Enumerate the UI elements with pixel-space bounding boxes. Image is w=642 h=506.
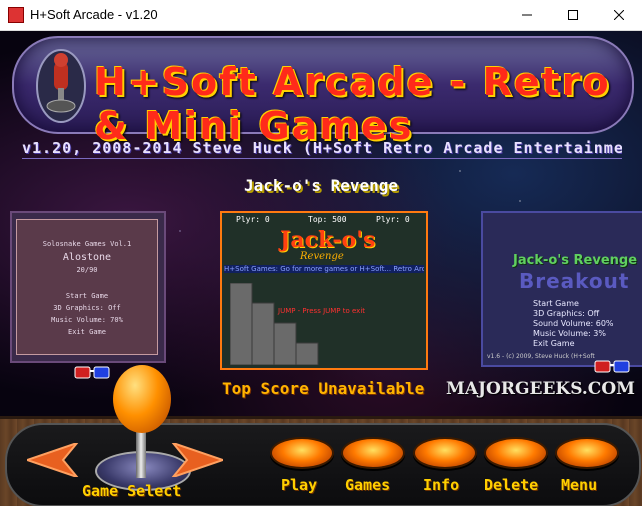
header-banner: H+Soft Arcade - Retro & Mini Games	[12, 36, 634, 148]
version-underline	[22, 158, 622, 159]
game-thumbnail-current[interactable]: Plyr: 0 Top: 500 Plyr: 0 Jack-o's Reveng…	[220, 211, 428, 370]
game-thumbnail-prev[interactable]: Solosnake Games Vol.1 Alostone 20/90 Sta…	[10, 211, 166, 363]
3d-glasses-icon	[74, 366, 110, 379]
thumb-menu-item: 3D Graphics: Off	[533, 309, 600, 318]
prev-game-arrow-button[interactable]	[27, 443, 87, 477]
watermark-text: MAJORGEEKS.COM	[446, 379, 635, 399]
thumb-menu-item: Start Game	[533, 299, 579, 308]
app-icon	[8, 7, 24, 23]
3d-glasses-icon	[594, 360, 630, 373]
thumb-next-title: Jack-o's Revenge	[513, 253, 638, 268]
maximize-button[interactable]	[550, 0, 596, 30]
thumb-text: 3D Graphics: Off	[53, 304, 121, 312]
minimize-icon	[522, 14, 532, 16]
joystick-logo-icon	[36, 49, 86, 123]
thumb-text: Music Volume: 70%	[51, 316, 123, 324]
thumb-text: Solosnake Games Vol.1	[42, 240, 132, 248]
arcade-content: H+Soft Arcade - Retro & Mini Games v1.20…	[0, 31, 642, 506]
close-icon	[614, 10, 624, 20]
thumb-text: Start Game	[65, 292, 109, 300]
app-window: H+Soft Arcade - v1.20 H+Soft Arcade - Re…	[0, 0, 642, 506]
next-game-arrow-button[interactable]	[163, 443, 223, 477]
thumb-text: 20/90	[76, 266, 98, 274]
stairs-graphic	[230, 283, 319, 365]
joystick-ball[interactable]	[113, 365, 171, 433]
thumbnail-prev-screen: Solosnake Games Vol.1 Alostone 20/90 Sta…	[16, 219, 158, 355]
thumb-next-subtitle: Breakout	[519, 269, 630, 293]
play-label[interactable]: Play	[281, 476, 317, 494]
hud-player1: Plyr: 0	[236, 215, 270, 224]
hud-top-score: Top: 500	[308, 215, 347, 224]
banner-title: H+Soft Arcade - Retro & Mini Games	[94, 60, 611, 148]
delete-label[interactable]: Delete	[484, 476, 538, 494]
window-title: H+Soft Arcade - v1.20	[30, 7, 158, 22]
top-score-text: Top Score Unavailable	[222, 379, 425, 398]
thumb-promo-text: H+Soft Games: Go for more games or H+Sof…	[224, 265, 424, 273]
thumb-hud: Plyr: 0 Top: 500 Plyr: 0	[222, 213, 426, 227]
thumb-menu-item: Sound Volume: 60%	[533, 319, 614, 328]
games-label[interactable]: Games	[345, 476, 390, 494]
games-button[interactable]	[341, 437, 405, 469]
delete-button[interactable]	[484, 437, 548, 469]
play-button[interactable]	[270, 437, 334, 469]
selected-game-title: Jack-o's Revenge	[243, 176, 399, 195]
info-label[interactable]: Info	[423, 476, 459, 494]
thumb-next-footer: v1.6 - (c) 2009, Steve Huck (H+Soft	[487, 353, 595, 360]
control-panel: Game Select Play Games Info Delete Menu	[0, 365, 642, 506]
version-text: v1.20, 2008-2014 Steve Huck (H+Soft Retr…	[22, 139, 622, 157]
thumb-game-logo-sub: Revenge	[300, 251, 344, 262]
title-bar: H+Soft Arcade - v1.20	[0, 0, 642, 31]
thumb-game-logo: Jack-o's	[280, 227, 376, 253]
info-button[interactable]	[413, 437, 477, 469]
thumb-text: Exit Game	[68, 328, 106, 336]
thumb-text: Alostone	[62, 252, 112, 263]
maximize-icon	[568, 10, 578, 20]
version-credit: v1.20, 2008-2014 Steve Huck (H+Soft Retr…	[22, 139, 622, 161]
hud-player2: Plyr: 0	[376, 215, 410, 224]
game-select-label: Game Select	[82, 482, 182, 500]
close-button[interactable]	[596, 0, 642, 30]
game-thumbnail-next[interactable]: Jack-o's Revenge Breakout Start Game 3D …	[481, 211, 642, 367]
minimize-button[interactable]	[504, 0, 550, 30]
menu-label[interactable]: Menu	[561, 476, 597, 494]
thumb-jump-text: JUMP - Press JUMP to exit	[278, 307, 366, 315]
menu-button[interactable]	[555, 437, 619, 469]
thumb-menu-item: Music Volume: 3%	[533, 329, 606, 338]
thumb-menu-item: Exit Game	[533, 339, 575, 348]
